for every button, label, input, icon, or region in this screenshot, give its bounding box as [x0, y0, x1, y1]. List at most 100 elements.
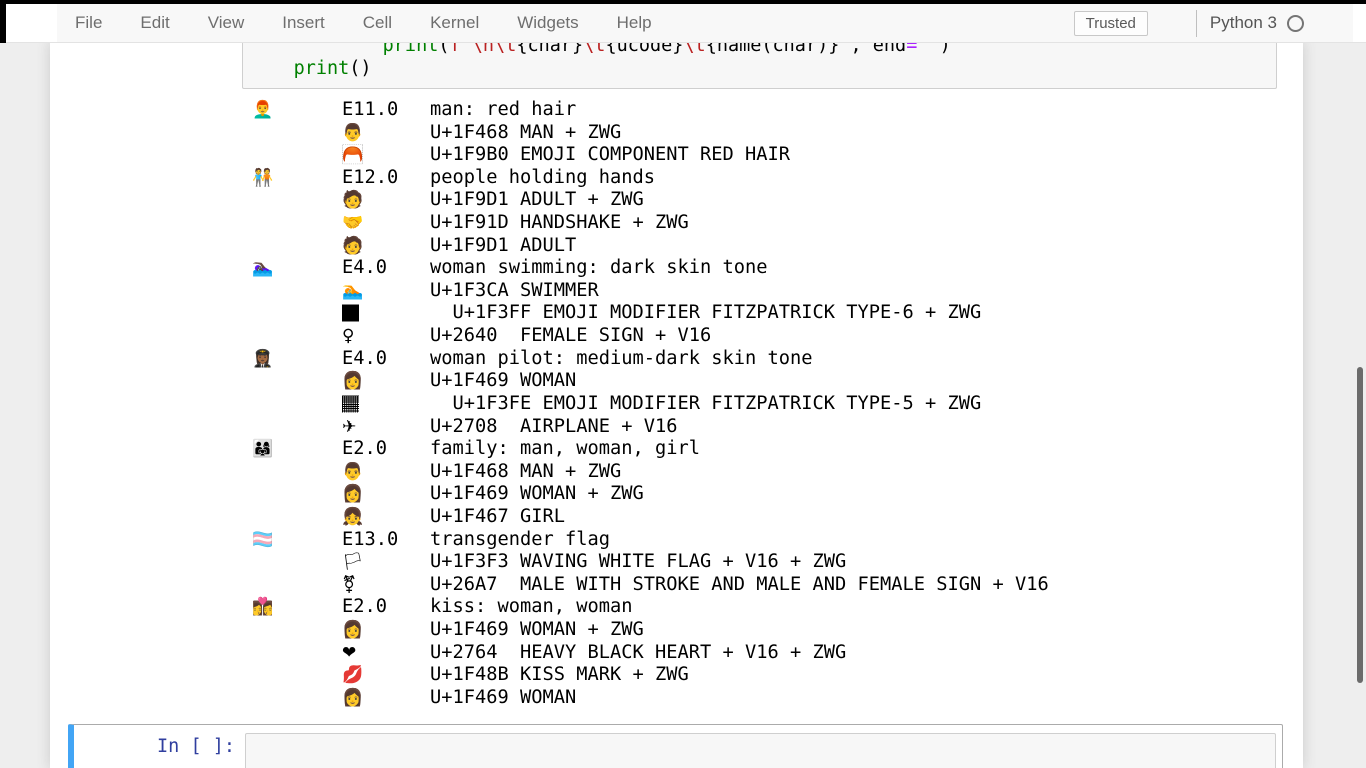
emoji-part-row: 🦰U+1F9B0 EMOJI COMPONENT RED HAIR	[252, 144, 1049, 167]
emoji-glyph: ✈	[342, 416, 430, 439]
code-token: (	[438, 43, 449, 56]
code-token	[249, 43, 383, 56]
codepoint-text: U+1F9B0 EMOJI COMPONENT RED HAIR	[430, 144, 790, 167]
emoji-glyph: 👩	[342, 687, 430, 710]
code-token: ''	[917, 43, 939, 56]
emoji-part-row: 👩U+1F469 WOMAN	[252, 687, 1049, 710]
code-token: f'	[450, 43, 472, 56]
emoji-name: kiss: woman, woman	[430, 596, 633, 619]
emoji-version: E13.0	[342, 529, 430, 552]
emoji-glyph: 👩‍❤️‍💋‍👩	[252, 596, 342, 619]
emoji-glyph: 👨	[342, 461, 430, 484]
codepoint-text: U+2640 FEMALE SIGN + V16	[430, 325, 711, 348]
menu-item-insert[interactable]: Insert	[263, 4, 344, 42]
emoji-group-row: 👨‍👩‍👧E2.0family: man, woman, girl	[252, 438, 1049, 461]
emoji-glyph: 💋	[342, 664, 430, 687]
emoji-part-row: ✈U+2708 AIRPLANE + V16	[252, 416, 1049, 439]
code-token: {char}	[516, 43, 583, 56]
emoji-version: E12.0	[342, 167, 430, 190]
emoji-glyph: 👩	[342, 370, 430, 393]
emoji-version: E4.0	[342, 348, 430, 371]
codepoint-text: U+2708 AIRPLANE + V16	[430, 416, 678, 439]
emoji-part-row: 🧑U+1F9D1 ADULT + ZWG	[252, 189, 1049, 212]
emoji-glyph: 🧑	[342, 235, 430, 258]
codepoint-text: U+1F3FE EMOJI MODIFIER FITZPATRICK TYPE-…	[430, 393, 981, 416]
emoji-glyph: 🤝	[342, 212, 430, 235]
screen-top-edge	[0, 0, 1366, 4]
menu-item-kernel[interactable]: Kernel	[411, 4, 498, 42]
code-token: {ucode}	[605, 43, 683, 56]
codepoint-text: U+1F468 MAN + ZWG	[430, 122, 621, 145]
screen-corner-edge	[0, 0, 6, 43]
codepoint-text: U+1F469 WOMAN	[430, 370, 576, 393]
code-token: print	[383, 43, 439, 56]
trusted-button[interactable]: Trusted	[1074, 11, 1148, 36]
code-token: \t	[583, 43, 605, 56]
menu-item-widgets[interactable]: Widgets	[498, 4, 597, 42]
emoji-glyph: 🧑‍🤝‍🧑	[252, 167, 342, 190]
code-token: =	[906, 43, 917, 56]
emoji-name: man: red hair	[430, 99, 576, 122]
emoji-glyph: 👨‍🦰	[252, 99, 342, 122]
menubar-divider	[1196, 10, 1197, 37]
notebook-page: print(f'\n\t{char}\t{ucode}\t{name(char)…	[0, 43, 1366, 768]
code-line: print(f'\n\t{char}\t{ucode}\t{name(char)…	[249, 43, 1276, 58]
code-token: ()	[349, 58, 371, 79]
scrollbar-thumb[interactable]	[1357, 367, 1363, 683]
emoji-part-row: 👨U+1F468 MAN + ZWG	[252, 461, 1049, 484]
emoji-glyph: ♀	[342, 325, 430, 348]
emoji-group-row: 🧑‍🤝‍🧑E12.0people holding hands	[252, 167, 1049, 190]
emoji-group-row: 👨‍🦰E11.0man: red hair	[252, 99, 1049, 122]
emoji-part-row: 🏳U+1F3F3 WAVING WHITE FLAG + V16 + ZWG	[252, 551, 1049, 574]
menu-item-cell[interactable]: Cell	[344, 4, 411, 42]
emoji-glyph: ❤	[342, 642, 430, 665]
emoji-part-row: 🏾 U+1F3FE EMOJI MODIFIER FITZPATRICK TYP…	[252, 393, 1049, 416]
code-token: print	[294, 58, 350, 79]
code-token	[249, 58, 294, 79]
emoji-glyph: 🧑	[342, 189, 430, 212]
emoji-name: woman swimming: dark skin tone	[430, 257, 768, 280]
emoji-glyph: 🏳	[342, 551, 430, 574]
emoji-glyph: 👩	[342, 483, 430, 506]
codepoint-text: U+1F48B KISS MARK + ZWG	[430, 664, 689, 687]
emoji-part-row: ⚧U+26A7 MALE WITH STROKE AND MALE AND FE…	[252, 574, 1049, 597]
menu-item-file[interactable]: File	[56, 4, 121, 42]
emoji-version: E2.0	[342, 596, 430, 619]
menu-item-edit[interactable]: Edit	[121, 4, 188, 42]
emoji-version: E11.0	[342, 99, 430, 122]
code-line: print()	[249, 58, 1276, 81]
emoji-part-row: 💋U+1F48B KISS MARK + ZWG	[252, 664, 1049, 687]
codepoint-text: U+1F3FF EMOJI MODIFIER FITZPATRICK TYPE-…	[430, 302, 981, 325]
codepoint-text: U+1F469 WOMAN	[430, 687, 576, 710]
emoji-part-row: 🏊U+1F3CA SWIMMER	[252, 280, 1049, 303]
code-cell-input-area[interactable]: print(f'\n\t{char}\t{ucode}\t{name(char)…	[242, 43, 1277, 89]
emoji-glyph: 🏿	[342, 302, 430, 325]
selected-empty-cell[interactable]: In [ ]:	[68, 724, 1283, 768]
emoji-glyph: 🏾	[342, 393, 430, 416]
emoji-part-row: 👧U+1F467 GIRL	[252, 506, 1049, 529]
codepoint-text: U+1F9D1 ADULT	[430, 235, 576, 258]
notebook-container: print(f'\n\t{char}\t{ucode}\t{name(char)…	[50, 43, 1303, 768]
menu-item-help[interactable]: Help	[598, 4, 671, 42]
emoji-version: E4.0	[342, 257, 430, 280]
emoji-part-row: 🤝U+1F91D HANDSHAKE + ZWG	[252, 212, 1049, 235]
emoji-name: transgender flag	[430, 529, 610, 552]
emoji-part-row: ❤U+2764 HEAVY BLACK HEART + V16 + ZWG	[252, 642, 1049, 665]
emoji-part-row: 🏿 U+1F3FF EMOJI MODIFIER FITZPATRICK TYP…	[252, 302, 1049, 325]
menubar-right: Trusted Python 3	[1074, 10, 1366, 37]
emoji-glyph: 👧	[342, 506, 430, 529]
code-token: \t	[683, 43, 705, 56]
codepoint-text: U+1F9D1 ADULT + ZWG	[430, 189, 644, 212]
emoji-glyph: 🏊🏿‍♀️	[252, 257, 342, 280]
code-token: '	[839, 43, 850, 56]
code-editor: print(f'\n\t{char}\t{ucode}\t{name(char)…	[243, 43, 1276, 80]
emoji-glyph: 👩	[342, 619, 430, 642]
menu-item-view[interactable]: View	[189, 4, 264, 42]
emoji-name: family: man, woman, girl	[430, 438, 700, 461]
cell-input-area[interactable]	[245, 733, 1276, 768]
emoji-glyph: 🦰	[342, 144, 430, 167]
codepoint-text: U+1F468 MAN + ZWG	[430, 461, 621, 484]
emoji-group-row: 👩🏾‍✈️E4.0woman pilot: medium-dark skin t…	[252, 348, 1049, 371]
emoji-name: people holding hands	[430, 167, 655, 190]
codepoint-text: U+1F467 GIRL	[430, 506, 565, 529]
